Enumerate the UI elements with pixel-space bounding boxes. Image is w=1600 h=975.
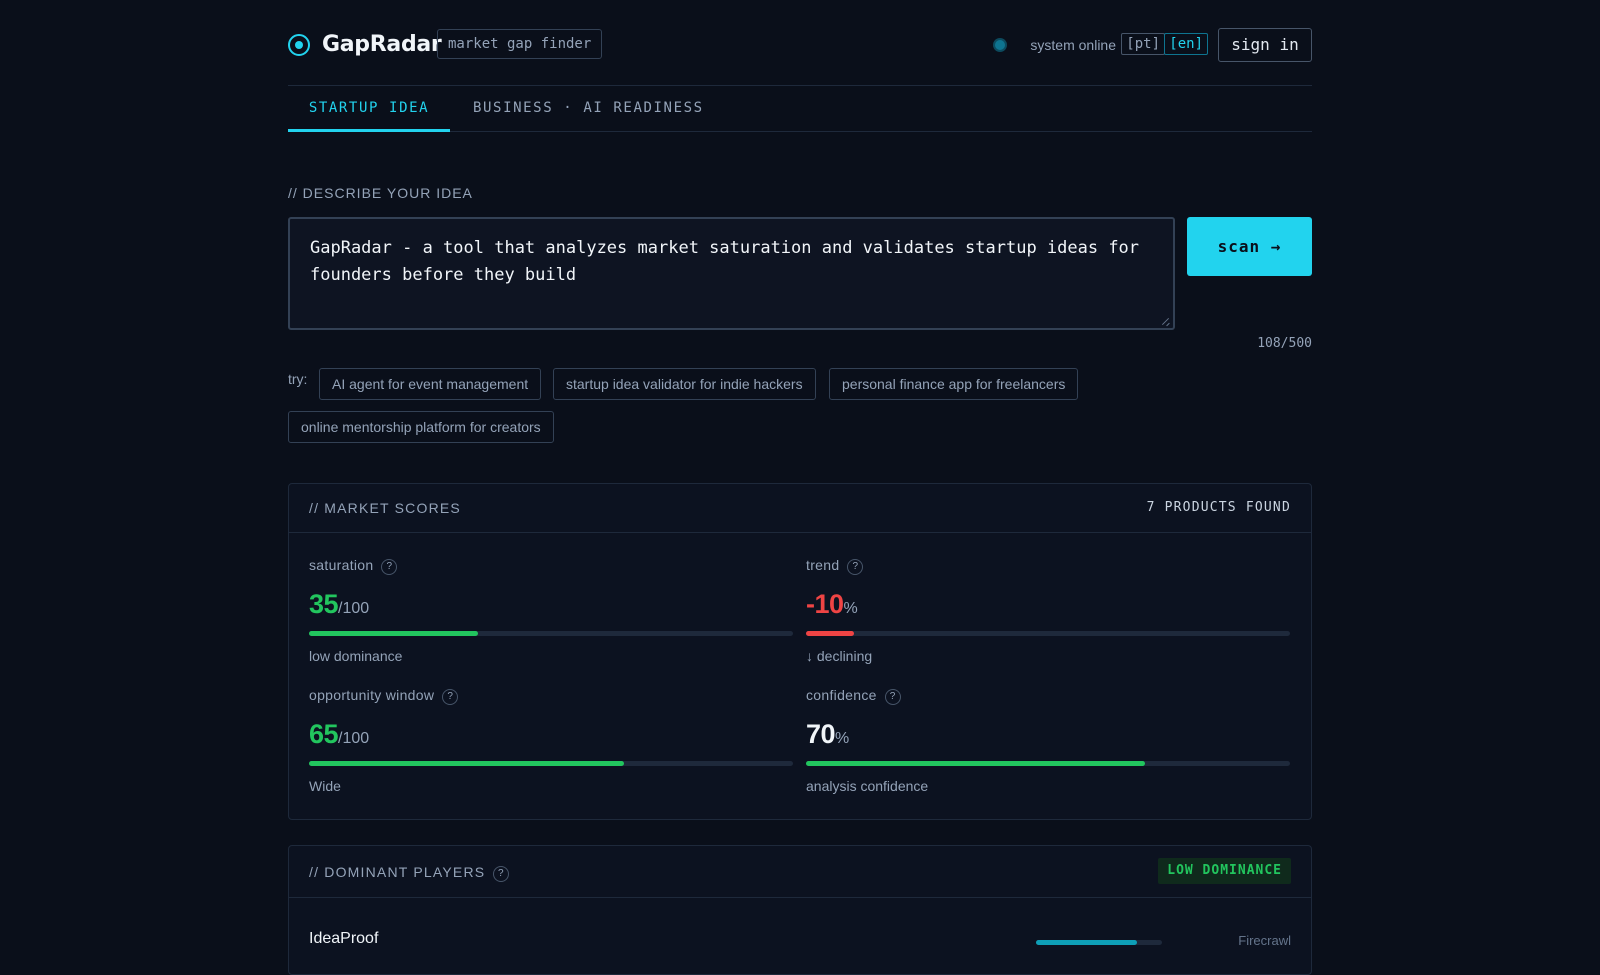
brand-name: GapRadar <box>322 32 442 57</box>
suggestion-chip[interactable]: personal finance app for freelancers <box>829 368 1079 400</box>
metric-bar <box>806 631 1290 636</box>
metric-unit: /100 <box>338 730 370 747</box>
player-name: IdeaProof <box>309 930 379 947</box>
metric-bar <box>309 761 793 766</box>
metric-label: saturation <box>309 557 374 573</box>
metric-confidence: confidence? 70% analysis confidence <box>806 687 1290 794</box>
scan-button[interactable]: scan → <box>1187 217 1312 276</box>
metric-bar <box>309 631 793 636</box>
language-pt-button[interactable]: [pt] <box>1121 33 1165 55</box>
metric-opportunity-window: opportunity window? 65/100 Wide <box>309 687 793 794</box>
help-icon[interactable]: ? <box>381 559 398 575</box>
metric-unit: % <box>835 730 850 747</box>
metric-value: 70 <box>806 719 836 749</box>
metric-unit: % <box>843 600 858 617</box>
metric-value: 65 <box>309 719 339 749</box>
tab-business-ai-readiness[interactable]: BUSINESS · AI READINESS <box>473 86 704 132</box>
suggestion-chip[interactable]: AI agent for event management <box>319 368 542 400</box>
system-status: system online <box>1030 37 1116 53</box>
dominance-badge: LOW DOMINANCE <box>1158 858 1291 884</box>
metric-saturation: saturation? 35/100 low dominance <box>309 557 793 664</box>
tab-startup-idea[interactable]: STARTUP IDEA <box>288 86 450 132</box>
describe-idea-label: // DESCRIBE YOUR IDEA <box>288 185 473 201</box>
player-source: Firecrawl <box>1238 933 1291 948</box>
resize-handle-icon[interactable] <box>1161 316 1171 326</box>
metric-value: -10 <box>806 589 844 619</box>
metric-unit: /100 <box>338 600 370 617</box>
help-icon[interactable]: ? <box>847 559 864 575</box>
metric-caption: analysis confidence <box>806 778 929 794</box>
metric-bar-fill <box>309 761 624 766</box>
radar-logo-icon <box>288 34 310 56</box>
metric-bar <box>806 761 1290 766</box>
player-share-bar <box>1036 940 1162 945</box>
character-counter: 108/500 <box>1257 336 1312 351</box>
suggestion-chip[interactable]: startup idea validator for indie hackers <box>553 368 816 400</box>
market-scores-panel: // MARKET SCORES 7 PRODUCTS FOUND satura… <box>288 483 1312 820</box>
metric-label: confidence <box>806 687 877 703</box>
dominant-players-panel: // DOMINANT PLAYERS? LOW DOMINANCE IdeaP… <box>288 845 1312 975</box>
language-en-button[interactable]: [en] <box>1164 33 1208 55</box>
idea-text: GapRadar - a tool that analyzes market s… <box>310 238 1140 285</box>
try-label: try: <box>288 371 308 387</box>
dominant-players-title: // DOMINANT PLAYERS <box>309 864 486 880</box>
metric-caption: low dominance <box>309 648 403 664</box>
metric-bar-fill <box>806 631 855 636</box>
help-icon[interactable]: ? <box>493 866 510 882</box>
market-scores-header: // MARKET SCORES 7 PRODUCTS FOUND <box>289 484 1311 533</box>
metric-bar-fill <box>806 761 1145 766</box>
metric-caption: Wide <box>309 778 341 794</box>
metric-bar-fill <box>309 631 479 636</box>
metric-caption: ↓ declining <box>806 648 873 664</box>
help-icon[interactable]: ? <box>884 689 901 705</box>
metric-value: 35 <box>309 589 339 619</box>
mode-tabs: STARTUP IDEA BUSINESS · AI READINESS <box>288 86 1312 132</box>
metric-label: trend <box>806 557 840 573</box>
player-share-bar-fill <box>1036 940 1137 945</box>
brand-tagline: market gap finder <box>437 29 603 59</box>
metric-trend: trend? -10% ↓ declining <box>806 557 1290 664</box>
top-bar: GapRadar market gap finder system online… <box>288 28 1312 62</box>
status-dot-icon <box>995 40 1005 50</box>
products-found-count: 7 PRODUCTS FOUND <box>1146 500 1291 515</box>
dominant-players-header: // DOMINANT PLAYERS? LOW DOMINANCE <box>289 846 1311 898</box>
sign-in-button[interactable]: sign in <box>1218 28 1312 62</box>
idea-textarea[interactable]: GapRadar - a tool that analyzes market s… <box>288 217 1175 330</box>
help-icon[interactable]: ? <box>442 689 459 705</box>
suggestion-chip[interactable]: online mentorship platform for creators <box>288 411 554 443</box>
market-scores-title: // MARKET SCORES <box>309 500 461 516</box>
metric-label: opportunity window <box>309 687 435 703</box>
